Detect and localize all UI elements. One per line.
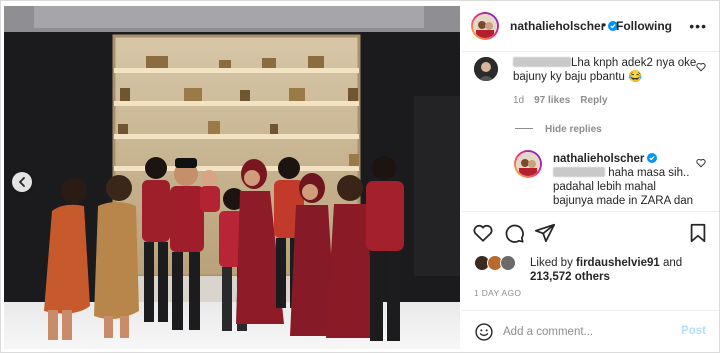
post-side-panel: nathalieholscher • Following ••• Lha knp… — [462, 1, 719, 352]
reply-button[interactable]: Reply — [580, 95, 607, 106]
hide-replies-line — [515, 128, 533, 129]
comment-text: Lha knph adek2 nya oke bajuny ky baju pb… — [513, 56, 699, 84]
share-icon[interactable] — [534, 222, 556, 244]
comment-likes[interactable]: 97 likes — [534, 95, 570, 106]
reply-author-avatar[interactable] — [514, 150, 542, 178]
emoji-icon[interactable] — [474, 322, 494, 342]
likes-and: and — [662, 257, 683, 269]
hide-replies-button[interactable]: Hide replies — [515, 124, 602, 135]
bookmark-icon[interactable] — [687, 222, 709, 244]
likes-summary: Liked by firdaushelvie91 and 213,572 oth… — [474, 255, 714, 285]
heart-icon[interactable] — [696, 62, 706, 72]
heart-icon[interactable] — [472, 222, 494, 244]
mentioned-username-blurred[interactable] — [553, 167, 605, 177]
post-photo[interactable] — [4, 6, 460, 349]
reply-username-text: nathalieholscher — [553, 153, 645, 165]
chevron-left-icon — [18, 177, 25, 187]
reply-text: haha masa sih.. padahal lebih mahal baju… — [553, 166, 693, 208]
post-comment-button[interactable]: Post — [681, 325, 706, 337]
comment-icon[interactable] — [503, 222, 525, 244]
post-actions-bar — [462, 211, 719, 254]
verified-badge-icon — [647, 153, 658, 163]
liker-avatar[interactable] — [500, 255, 516, 271]
add-comment-bar: Post — [462, 310, 719, 352]
author-username-text: nathalieholscher — [510, 19, 606, 33]
post-date[interactable]: 1 DAY AGO — [474, 288, 521, 298]
likes-prefix: Liked by — [530, 257, 573, 269]
comments-list[interactable]: Lha knph adek2 nya oke bajuny ky baju pb… — [462, 52, 719, 210]
likes-text: Liked by firdaushelvie91 and 213,572 oth… — [530, 256, 682, 284]
commenter-avatar[interactable] — [474, 57, 498, 81]
commenter-avatar-image — [474, 57, 498, 81]
comment-time[interactable]: 1d — [513, 95, 524, 106]
reply-username[interactable]: nathalieholscher — [553, 153, 658, 165]
hide-replies-label: Hide replies — [545, 124, 602, 135]
reply-author-avatar-image — [516, 152, 540, 176]
family-photo-illustration — [4, 6, 460, 349]
follow-separator: • — [602, 18, 607, 32]
author-avatar-image — [473, 14, 497, 38]
commenter-username-blurred[interactable] — [513, 57, 571, 67]
more-options-button[interactable]: ••• — [689, 18, 707, 34]
instagram-post-window: nathalieholscher • Following ••• Lha knp… — [0, 0, 720, 353]
previous-photo-button[interactable] — [12, 172, 32, 192]
liker-username[interactable]: firdaushelvie91 — [576, 257, 660, 269]
likes-count[interactable]: 213,572 others — [530, 271, 610, 283]
heart-icon[interactable] — [696, 158, 706, 168]
following-button[interactable]: Following — [616, 19, 672, 33]
post-header: nathalieholscher • Following ••• — [462, 1, 719, 52]
add-comment-input[interactable] — [503, 322, 668, 342]
comment-meta: 1d 97 likes Reply — [513, 95, 618, 106]
author-avatar[interactable] — [471, 12, 499, 40]
